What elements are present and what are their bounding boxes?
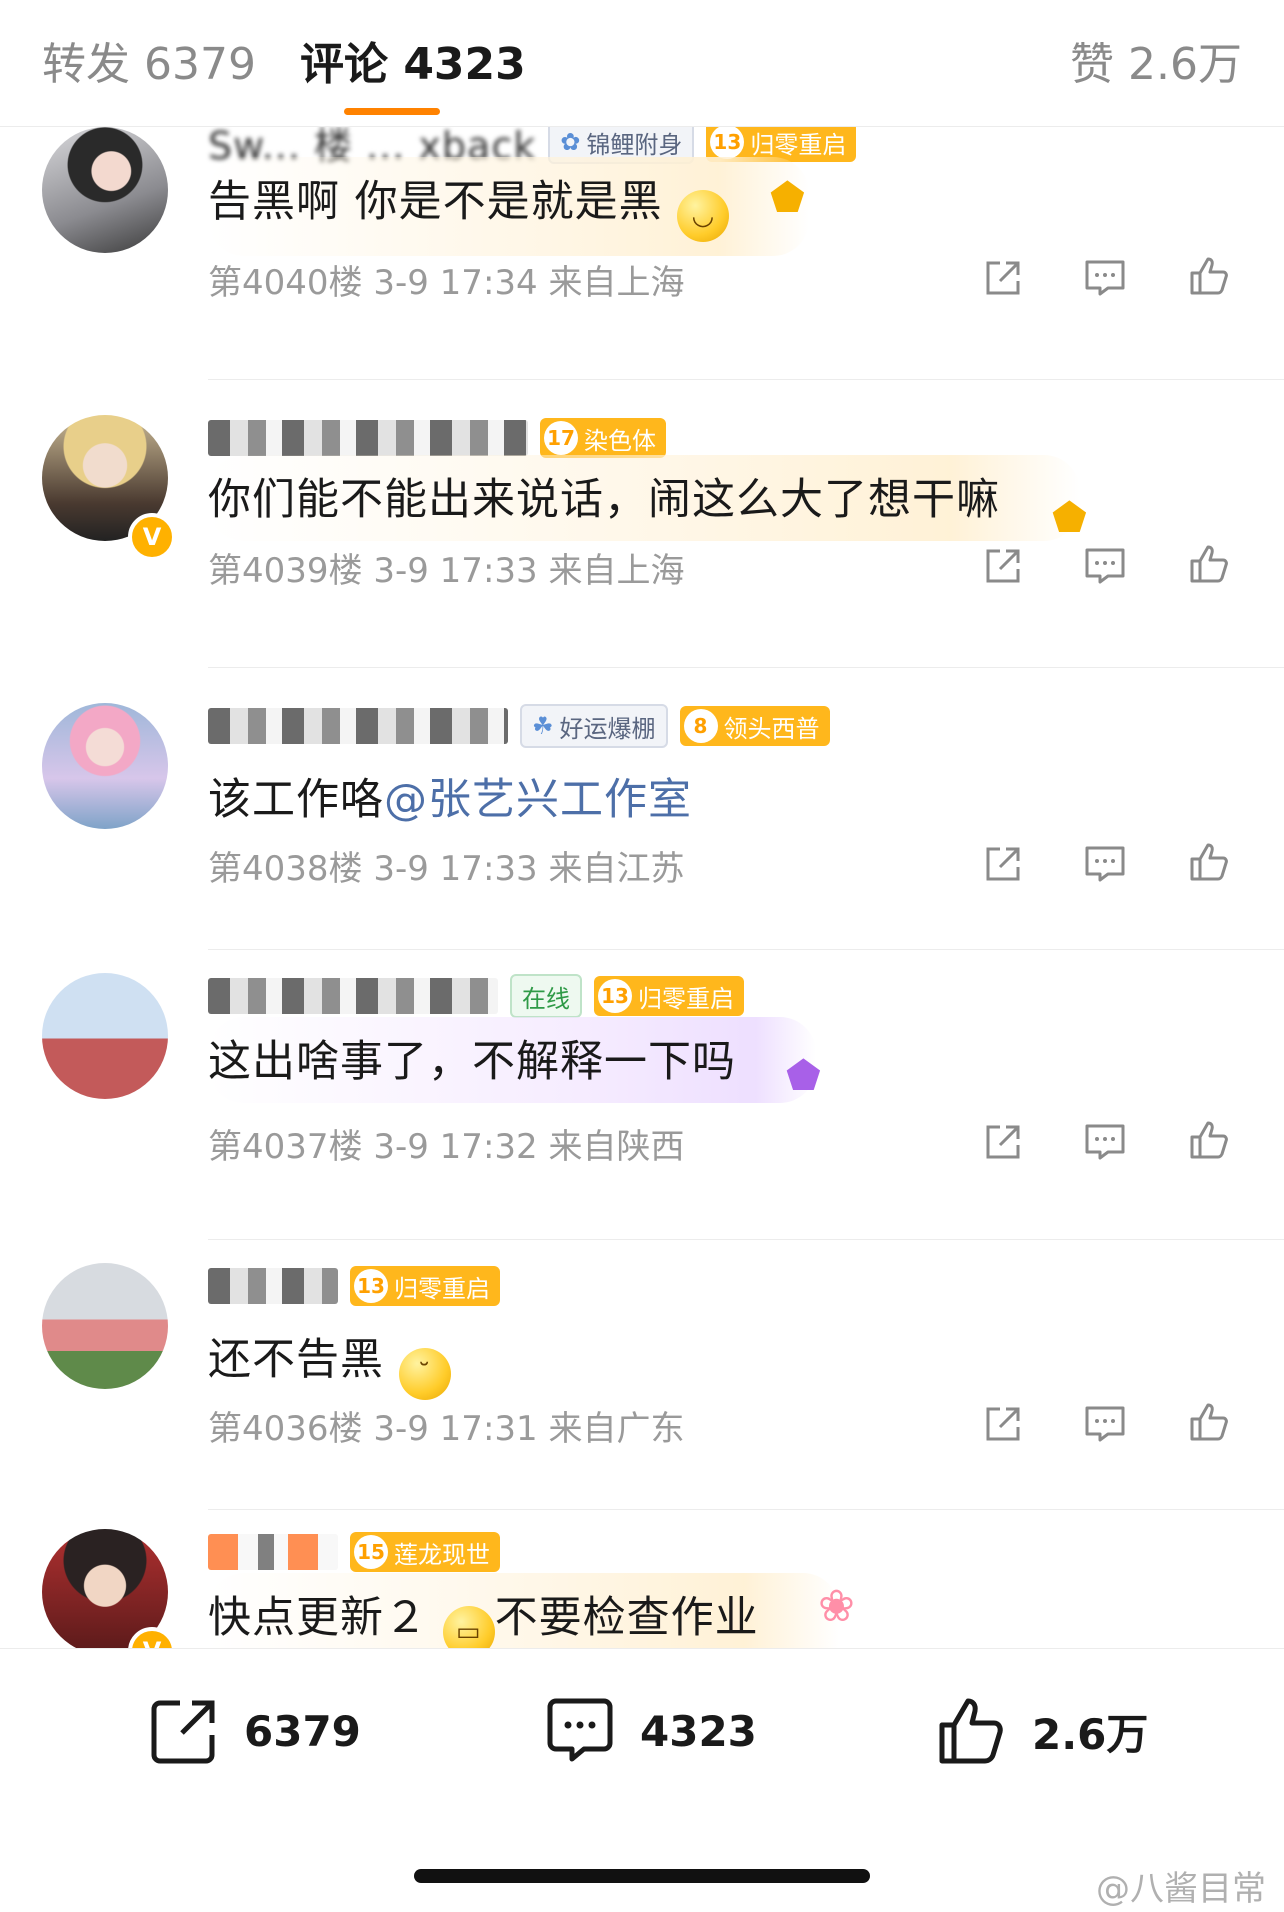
- share-icon[interactable]: [980, 543, 1026, 589]
- fan-level-number: 13: [598, 979, 632, 1013]
- like-icon[interactable]: [1186, 1117, 1232, 1163]
- like-icon[interactable]: [1186, 253, 1232, 299]
- fan-level-title: 莲龙现世: [394, 1540, 490, 1569]
- active-tab-indicator: [344, 108, 440, 115]
- fan-level-badge[interactable]: 13 归零重启: [594, 976, 744, 1016]
- comment-header: 13 归零重启: [208, 1263, 500, 1309]
- comment-text-body: 还不告黑: [208, 1335, 384, 1385]
- comment-header: 15 莲龙现世: [208, 1529, 500, 1575]
- fan-level-number: 8: [683, 709, 718, 743]
- like-count: 2.6万: [1032, 1709, 1149, 1759]
- fan-level-badge[interactable]: 13 归零重启: [350, 1266, 500, 1306]
- comment-text[interactable]: 快点更新２ ▭ 不要检查作业: [208, 1573, 839, 1648]
- tab-comments[interactable]: 评论 4323: [300, 28, 526, 92]
- share-icon[interactable]: [980, 1401, 1026, 1447]
- tab-likes[interactable]: 赞 2.6万: [1070, 28, 1242, 92]
- reply-icon[interactable]: [1082, 255, 1128, 301]
- comment-text-body: 该工作咯: [208, 775, 384, 825]
- username-redacted[interactable]: [208, 708, 508, 744]
- online-status-badge: 在线: [510, 974, 582, 1018]
- share-icon[interactable]: [980, 255, 1026, 301]
- comment-list[interactable]: Sw... 楼 ... xback ✿ 锦鲤附身 13 归零重启 告黑啊 你是不是就…: [0, 127, 1284, 1648]
- fan-level-badge[interactable]: 8 领头西普: [679, 706, 830, 746]
- fan-level-title: 领头西普: [723, 714, 820, 743]
- reply-icon[interactable]: [1082, 841, 1128, 887]
- comment-meta: 第4040楼 3-9 17:34 来自上海: [208, 263, 685, 303]
- fan-level-number: 13: [354, 1269, 388, 1303]
- comment-text[interactable]: 这出啥事了，不解释一下吗: [208, 1017, 816, 1103]
- reply-icon[interactable]: [1082, 543, 1128, 589]
- lotus-decoration-icon: ❀: [818, 1581, 855, 1632]
- share-icon[interactable]: [980, 841, 1026, 887]
- fan-level-number: 13: [710, 127, 745, 159]
- share-icon[interactable]: [980, 1119, 1026, 1165]
- username-redacted[interactable]: [208, 978, 498, 1014]
- fan-level-title: 归零重启: [750, 130, 847, 159]
- divider: [208, 379, 1284, 380]
- comment-header: ☘ 好运爆棚 8 领头西普: [208, 703, 830, 749]
- divider: [208, 949, 1284, 950]
- fan-tag-label: 好运爆棚: [559, 714, 656, 743]
- like-icon[interactable]: [1186, 839, 1232, 885]
- smile-emoji-icon: ◡: [677, 190, 730, 242]
- comment-meta: 第4038楼 3-9 17:33 来自江苏: [208, 849, 685, 889]
- reply-icon[interactable]: [1082, 1119, 1128, 1165]
- tab-repost[interactable]: 转发 6379: [42, 28, 256, 92]
- reply-icon[interactable]: [1082, 1401, 1128, 1447]
- repost-button[interactable]: 6379: [146, 1693, 361, 1769]
- home-indicator[interactable]: [414, 1869, 870, 1883]
- fan-tag-label: 锦鲤附身: [586, 130, 683, 159]
- like-icon: [939, 1698, 1003, 1764]
- comment-meta: 第4036楼 3-9 17:31 来自广东: [208, 1409, 685, 1449]
- comment-text-body-cont: 不要检查作业: [494, 1593, 759, 1643]
- like-icon[interactable]: [1186, 1399, 1232, 1445]
- comment-meta: 第4037楼 3-9 17:32 来自陕西: [208, 1127, 685, 1167]
- like-icon[interactable]: [1186, 541, 1232, 587]
- grin-emoji-icon: ▭: [442, 1606, 495, 1648]
- gem-decoration-icon: ⬟: [786, 1053, 821, 1099]
- comment-text[interactable]: 该工作咯@张艺兴工作室: [208, 755, 692, 841]
- comment-text[interactable]: 还不告黑 ˘: [208, 1315, 451, 1414]
- repost-count: 6379: [244, 1706, 361, 1756]
- fan-level-title: 染色体: [584, 426, 656, 455]
- avatar[interactable]: [42, 127, 168, 253]
- username-redacted[interactable]: [208, 1534, 338, 1570]
- gem-decoration-icon: ⬟: [770, 175, 805, 221]
- comment-icon: [547, 1698, 613, 1762]
- comment-button[interactable]: 4323: [542, 1693, 757, 1769]
- clover-icon: ☘: [532, 712, 554, 740]
- divider: [208, 667, 1284, 668]
- comment-text[interactable]: 你们能不能出来说话，闹这么大了想干嘛: [208, 455, 1080, 541]
- koi-icon: ✿: [560, 128, 581, 156]
- fan-level-number: 17: [544, 421, 578, 455]
- fan-level-number: 15: [354, 1535, 388, 1569]
- avatar[interactable]: [42, 703, 168, 829]
- comment-header: 在线 13 归零重启: [208, 973, 744, 1019]
- username-redacted[interactable]: [208, 1268, 338, 1304]
- fan-level-title: 归零重启: [638, 984, 734, 1013]
- like-button[interactable]: 2.6万: [934, 1693, 1148, 1769]
- fan-level-badge[interactable]: 17 染色体: [540, 418, 666, 458]
- share-icon: [151, 1700, 215, 1764]
- sweat-emoji-icon: ˘: [398, 1348, 451, 1400]
- fan-level-badge[interactable]: 15 莲龙现世: [350, 1532, 500, 1572]
- comment-text[interactable]: 告黑啊 你是不是就是黑 ◡: [208, 157, 810, 256]
- comment-text-body: 告黑啊 你是不是就是黑: [208, 177, 663, 227]
- watermark: @八酱目常: [1096, 1869, 1266, 1909]
- verified-badge: V: [128, 513, 176, 561]
- comment-text-body: 快点更新２: [208, 1593, 428, 1643]
- username-redacted[interactable]: [208, 420, 528, 456]
- divider: [208, 1509, 1284, 1510]
- avatar[interactable]: [42, 973, 168, 1099]
- mention-link[interactable]: @张艺兴工作室: [384, 775, 692, 825]
- divider: [208, 1239, 1284, 1240]
- avatar[interactable]: [42, 1263, 168, 1389]
- fan-level-title: 归零重启: [394, 1274, 490, 1303]
- comment-meta: 第4039楼 3-9 17:33 来自上海: [208, 551, 685, 591]
- comment-count: 4323: [640, 1706, 757, 1756]
- bottom-action-bar: 6379 4323 2.6万 @八酱目常: [0, 1648, 1284, 1912]
- tab-bar: 转发 6379 评论 4323 赞 2.6万: [0, 0, 1284, 127]
- gem-decoration-icon: ⬟: [1052, 495, 1087, 541]
- fan-tag-badge[interactable]: ☘ 好运爆棚: [520, 704, 668, 748]
